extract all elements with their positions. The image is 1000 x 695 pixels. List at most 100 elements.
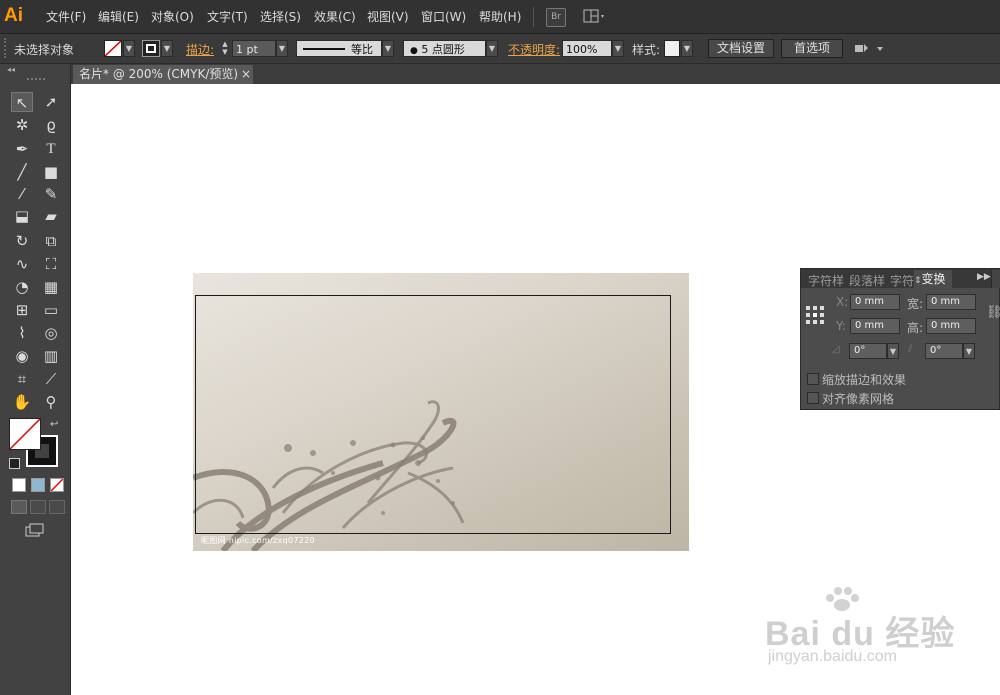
style-dropdown-icon[interactable]: ▼ — [681, 40, 693, 57]
menu-window[interactable]: 窗口(W) — [421, 8, 466, 25]
scale-strokes-label: 缩放描边和效果 — [822, 373, 907, 387]
fill-dropdown-icon[interactable]: ▼ — [123, 40, 135, 57]
rotate-field[interactable]: 0° — [849, 343, 887, 359]
x-label: X: — [836, 295, 849, 309]
align-pixel-grid-checkbox[interactable] — [807, 392, 819, 404]
panel-scroll-icon[interactable] — [991, 270, 1000, 288]
pen-tool-icon[interactable]: ✒ — [11, 139, 33, 159]
shear-field[interactable]: 0° — [925, 343, 963, 359]
blend-tool-icon[interactable]: ◎ — [40, 323, 62, 343]
draw-behind-icon[interactable] — [30, 500, 46, 514]
brush-field[interactable]: ● 5 点圆形 — [403, 40, 486, 57]
document-tab[interactable]: 名片* @ 200% (CMYK/预览) — [73, 65, 253, 84]
stroke-profile-field[interactable]: 等比 — [296, 40, 382, 57]
tab-paragraph-styles[interactable]: 段落样 — [849, 272, 885, 289]
style-swatch-icon[interactable] — [664, 40, 680, 57]
gradient-mode-icon[interactable] — [31, 478, 45, 492]
watermark-url: jingyan.baidu.com — [768, 648, 897, 665]
magic-wand-tool-icon[interactable]: ✲ — [11, 115, 33, 135]
height-field[interactable]: 0 mm — [926, 318, 976, 334]
warp-tool-icon[interactable]: ∿ — [11, 254, 33, 274]
menu-view[interactable]: 视图(V) — [367, 8, 409, 25]
rectangle-frame[interactable] — [195, 295, 671, 534]
draw-inside-icon[interactable] — [49, 500, 65, 514]
eyedropper-tool-icon[interactable]: ⌇ — [11, 323, 33, 343]
stroke-stepper-icon[interactable]: ▲ ▼ — [219, 40, 231, 57]
blob-brush-tool-icon[interactable]: ⬓ — [11, 206, 33, 226]
menu-edit[interactable]: 编辑(E) — [98, 8, 139, 25]
tab-transform[interactable]: ⇕变换 — [914, 270, 952, 288]
default-colors-icon[interactable] — [9, 458, 20, 469]
y-field[interactable]: 0 mm — [850, 318, 900, 334]
tab-transform-label: 变换 — [921, 272, 946, 286]
stroke-label[interactable]: 描边: — [186, 41, 214, 58]
preferences-button[interactable]: 首选项 — [781, 39, 843, 58]
direct-selection-tool-icon[interactable]: ➚ — [40, 92, 62, 112]
panel-menu-icon[interactable] — [852, 40, 886, 57]
fill-front-icon[interactable] — [9, 418, 41, 450]
stroke-weight-dropdown-icon[interactable]: ▼ — [276, 40, 288, 57]
transform-panel — [800, 268, 1000, 410]
reference-point-icon[interactable] — [805, 305, 825, 325]
rotate-dropdown-icon[interactable]: ▼ — [887, 343, 899, 359]
menu-help[interactable]: 帮助(H) — [479, 8, 521, 25]
scale-tool-icon[interactable]: ⧉ — [40, 231, 62, 251]
color-mode-icon[interactable] — [12, 478, 26, 492]
none-mode-icon[interactable] — [50, 478, 64, 492]
constrain-proportions-icon[interactable]: ⛓ — [986, 305, 1000, 320]
menu-divider — [533, 7, 534, 27]
menu-file[interactable]: 文件(F) — [46, 8, 86, 25]
artwork-footer-text: 昵图网 nipic.com/zxq07220 — [201, 536, 315, 545]
menu-select[interactable]: 选择(S) — [260, 8, 301, 25]
swap-colors-icon[interactable]: ↩ — [50, 419, 58, 430]
selection-tool-icon[interactable]: ↖ — [11, 92, 33, 112]
pencil-tool-icon[interactable]: ✎ — [40, 184, 62, 204]
zoom-tool-icon[interactable]: ⚲ — [40, 392, 62, 412]
opacity-field[interactable]: 100% — [562, 40, 612, 57]
menu-effect[interactable]: 效果(C) — [314, 8, 356, 25]
opacity-dropdown-icon[interactable]: ▼ — [612, 40, 624, 57]
draw-normal-icon[interactable] — [11, 500, 27, 514]
collapse-tools-icon[interactable]: ◂◂ — [7, 65, 15, 74]
document-tab-title: 名片* @ 200% (CMYK/预览) — [79, 67, 239, 81]
scale-strokes-checkbox[interactable] — [807, 373, 819, 385]
type-tool-icon[interactable]: T — [40, 139, 62, 159]
width-field[interactable]: 0 mm — [926, 294, 976, 310]
column-graph-tool-icon[interactable]: ▥ — [40, 346, 62, 366]
bridge-button[interactable]: Br — [546, 8, 566, 27]
brush-dropdown-icon[interactable]: ▼ — [486, 40, 498, 57]
mesh-tool-icon[interactable]: ⊞ — [11, 300, 33, 320]
document-setup-button[interactable]: 文档设置 — [708, 39, 774, 58]
panel-expand-icon[interactable]: ▶▶ — [977, 272, 991, 282]
shear-dropdown-icon[interactable]: ▼ — [963, 343, 975, 359]
tab-character[interactable]: 字符 — [890, 272, 914, 289]
x-field[interactable]: 0 mm — [850, 294, 900, 310]
lasso-tool-icon[interactable]: ϱ — [40, 115, 62, 135]
free-transform-tool-icon[interactable]: ⛶ — [40, 254, 62, 274]
close-tab-icon[interactable]: × — [241, 67, 251, 81]
artboard-tool-icon[interactable]: ⌗ — [11, 369, 33, 389]
stroke-profile-dropdown-icon[interactable]: ▼ — [382, 40, 394, 57]
opacity-label[interactable]: 不透明度: — [508, 41, 560, 58]
arrange-documents-icon[interactable] — [583, 8, 607, 25]
stroke-weight-field[interactable]: 1 pt — [232, 40, 276, 57]
menu-type[interactable]: 文字(T) — [207, 8, 248, 25]
hand-tool-icon[interactable]: ✋ — [11, 392, 33, 412]
stroke-dropdown-icon[interactable]: ▼ — [161, 40, 173, 57]
perspective-grid-tool-icon[interactable]: ▦ — [40, 277, 62, 297]
tab-transform-arrows-icon: ⇕ — [914, 276, 922, 286]
tab-character-styles[interactable]: 字符样 — [808, 272, 844, 289]
fill-swatch-icon[interactable] — [104, 40, 122, 57]
eraser-tool-icon[interactable]: ▰ — [40, 206, 62, 226]
paintbrush-tool-icon[interactable]: ⁄ — [11, 184, 33, 204]
screen-mode-icon[interactable] — [25, 523, 45, 537]
rectangle-tool-icon[interactable]: ■ — [40, 162, 62, 182]
stroke-swatch-icon[interactable] — [142, 40, 160, 57]
menu-object[interactable]: 对象(O) — [151, 8, 194, 25]
slice-tool-icon[interactable]: ⟋ — [40, 369, 62, 389]
line-tool-icon[interactable]: ╱ — [11, 162, 33, 182]
rotate-tool-icon[interactable]: ↻ — [11, 231, 33, 251]
shape-builder-tool-icon[interactable]: ◔ — [11, 277, 33, 297]
symbol-sprayer-tool-icon[interactable]: ◉ — [11, 346, 33, 366]
gradient-tool-icon[interactable]: ▭ — [40, 300, 62, 320]
